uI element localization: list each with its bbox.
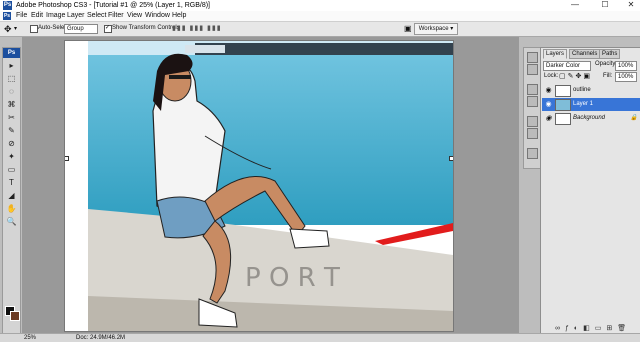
panel-dock [523, 47, 541, 169]
wall-graffiti: P O R T [245, 263, 340, 293]
minimize-button[interactable]: — [566, 0, 584, 11]
menu-image[interactable]: Image [46, 12, 65, 20]
layer-row-outline[interactable]: ◉ outline [542, 84, 640, 97]
palette-well-icon[interactable]: ▣ [404, 24, 412, 33]
lock-options-icons[interactable]: ▢✎✥▣ [559, 72, 592, 80]
close-button[interactable]: ✕ [622, 0, 640, 11]
options-bar: ✥ ▾ Auto-Select: Group Show Transform Co… [0, 22, 640, 37]
visibility-eye-icon[interactable]: ◉ [544, 112, 553, 125]
menu-filter[interactable]: Filter [108, 12, 124, 20]
character-panel-icon[interactable] [527, 148, 538, 159]
transform-handle-left[interactable] [65, 156, 69, 161]
history-panel-icon[interactable] [527, 84, 538, 95]
menu-layer[interactable]: Layer [67, 12, 85, 20]
right-sneaker [289, 228, 330, 249]
document-canvas[interactable]: P O R T [64, 40, 454, 332]
workspace-button[interactable]: Workspace ▾ [414, 23, 458, 35]
window-title: Adobe Photoshop CS3 - [Tutorial #1 @ 25%… [16, 2, 211, 9]
auto-select-dropdown[interactable]: Group [64, 24, 98, 34]
magic-wand-tool-icon[interactable]: ⌘ [6, 99, 17, 110]
brush-tool-icon[interactable]: ✎ [6, 125, 17, 136]
layer-thumbnail [555, 85, 571, 97]
menu-bar: Ps File Edit Image Layer Select Filter V… [0, 11, 640, 22]
navigator-panel-icon[interactable] [527, 52, 538, 63]
show-transform-checkbox[interactable] [104, 24, 112, 33]
marquee-tool-icon[interactable]: ⬚ [6, 73, 17, 84]
lock-label: Lock: [544, 73, 559, 79]
opacity-label: Opacity: [595, 61, 618, 67]
layer-row-layer-1[interactable]: ◉ Layer 1 [542, 98, 640, 111]
layers-panel-footer-buttons[interactable]: ∞ƒ◐◧▭⊞🗑 [555, 324, 631, 332]
toolbox-logo: Ps [3, 48, 20, 58]
layer-name: outline [573, 87, 591, 93]
tab-paths[interactable]: Paths [599, 49, 621, 59]
auto-select-checkbox[interactable] [30, 25, 38, 33]
layers-panel: Layers Channels Paths Darker Color Opaci… [540, 47, 640, 335]
ship-hull [195, 43, 453, 55]
type-tool-icon[interactable]: T [6, 177, 17, 188]
color-panel-icon[interactable] [527, 64, 538, 75]
layer-thumbnail [555, 99, 571, 111]
hand-tool-icon[interactable]: ✋ [6, 203, 17, 214]
app-menu-icon[interactable]: Ps [3, 12, 11, 20]
menu-select[interactable]: Select [87, 12, 106, 20]
maximize-button[interactable]: ☐ [596, 0, 614, 11]
tab-channels[interactable]: Channels [569, 49, 601, 59]
move-tool-icon[interactable]: ▸ [6, 60, 17, 71]
tab-layers[interactable]: Layers [543, 49, 568, 59]
ship-cabin [185, 45, 225, 53]
move-tool-icon[interactable]: ✥ [4, 24, 12, 35]
photoshop-logo-icon: Ps [3, 1, 12, 10]
visibility-eye-icon[interactable]: ◉ [544, 98, 553, 111]
red-object [375, 223, 453, 245]
opacity-input[interactable]: 100% [615, 61, 637, 71]
blur-tool-icon[interactable]: ✦ [6, 151, 17, 162]
path-selection-tool-icon[interactable]: ◢ [6, 190, 17, 201]
fill-input[interactable]: 100% [615, 72, 637, 82]
clone-source-panel-icon[interactable] [527, 128, 538, 139]
layer-row-background[interactable]: ◉ Background 🔒 [542, 112, 640, 125]
show-transform-label: Show Transform Controls [112, 25, 180, 31]
align-icons[interactable]: ▮▮▮ ▮▮▮ ▮▮▮ [172, 24, 222, 32]
fill-label: Fill: [603, 73, 613, 79]
brushes-panel-icon[interactable] [527, 116, 538, 127]
toolbox: Ps ▸ ⬚ ◌ ⌘ ✂ ✎ ⊘ ✦ ▭ T ◢ ✋ 🔍 [2, 47, 21, 335]
visibility-eye-icon[interactable]: ◉ [544, 84, 553, 97]
blend-mode-dropdown[interactable]: Darker Color [543, 61, 591, 71]
menu-view[interactable]: View [127, 12, 142, 20]
transform-handle-right[interactable] [449, 156, 453, 161]
eraser-tool-icon[interactable]: ⊘ [6, 138, 17, 149]
align-buttons-group: ▮▮▮ ▮▮▮ ▮▮▮ [172, 24, 272, 33]
menu-window[interactable]: Window [145, 12, 170, 20]
canvas-photo: P O R T [88, 41, 453, 331]
menu-help[interactable]: Help [172, 12, 186, 20]
tool-preset-dropdown-icon[interactable]: ▾ [14, 25, 17, 32]
shape-tool-icon[interactable]: ▭ [6, 164, 17, 175]
layer-name: Layer 1 [573, 101, 594, 107]
layer-name: Background [573, 115, 606, 121]
menu-file[interactable]: File [16, 12, 27, 20]
zoom-tool-icon[interactable]: 🔍 [6, 216, 17, 227]
actions-panel-icon[interactable] [527, 96, 538, 107]
background-color-swatch[interactable] [10, 311, 20, 321]
crop-tool-icon[interactable]: ✂ [6, 112, 17, 123]
lock-icon: 🔒 [630, 115, 638, 121]
lasso-tool-icon[interactable]: ◌ [6, 86, 17, 97]
layer-thumbnail [555, 113, 571, 125]
menu-edit[interactable]: Edit [31, 12, 43, 20]
